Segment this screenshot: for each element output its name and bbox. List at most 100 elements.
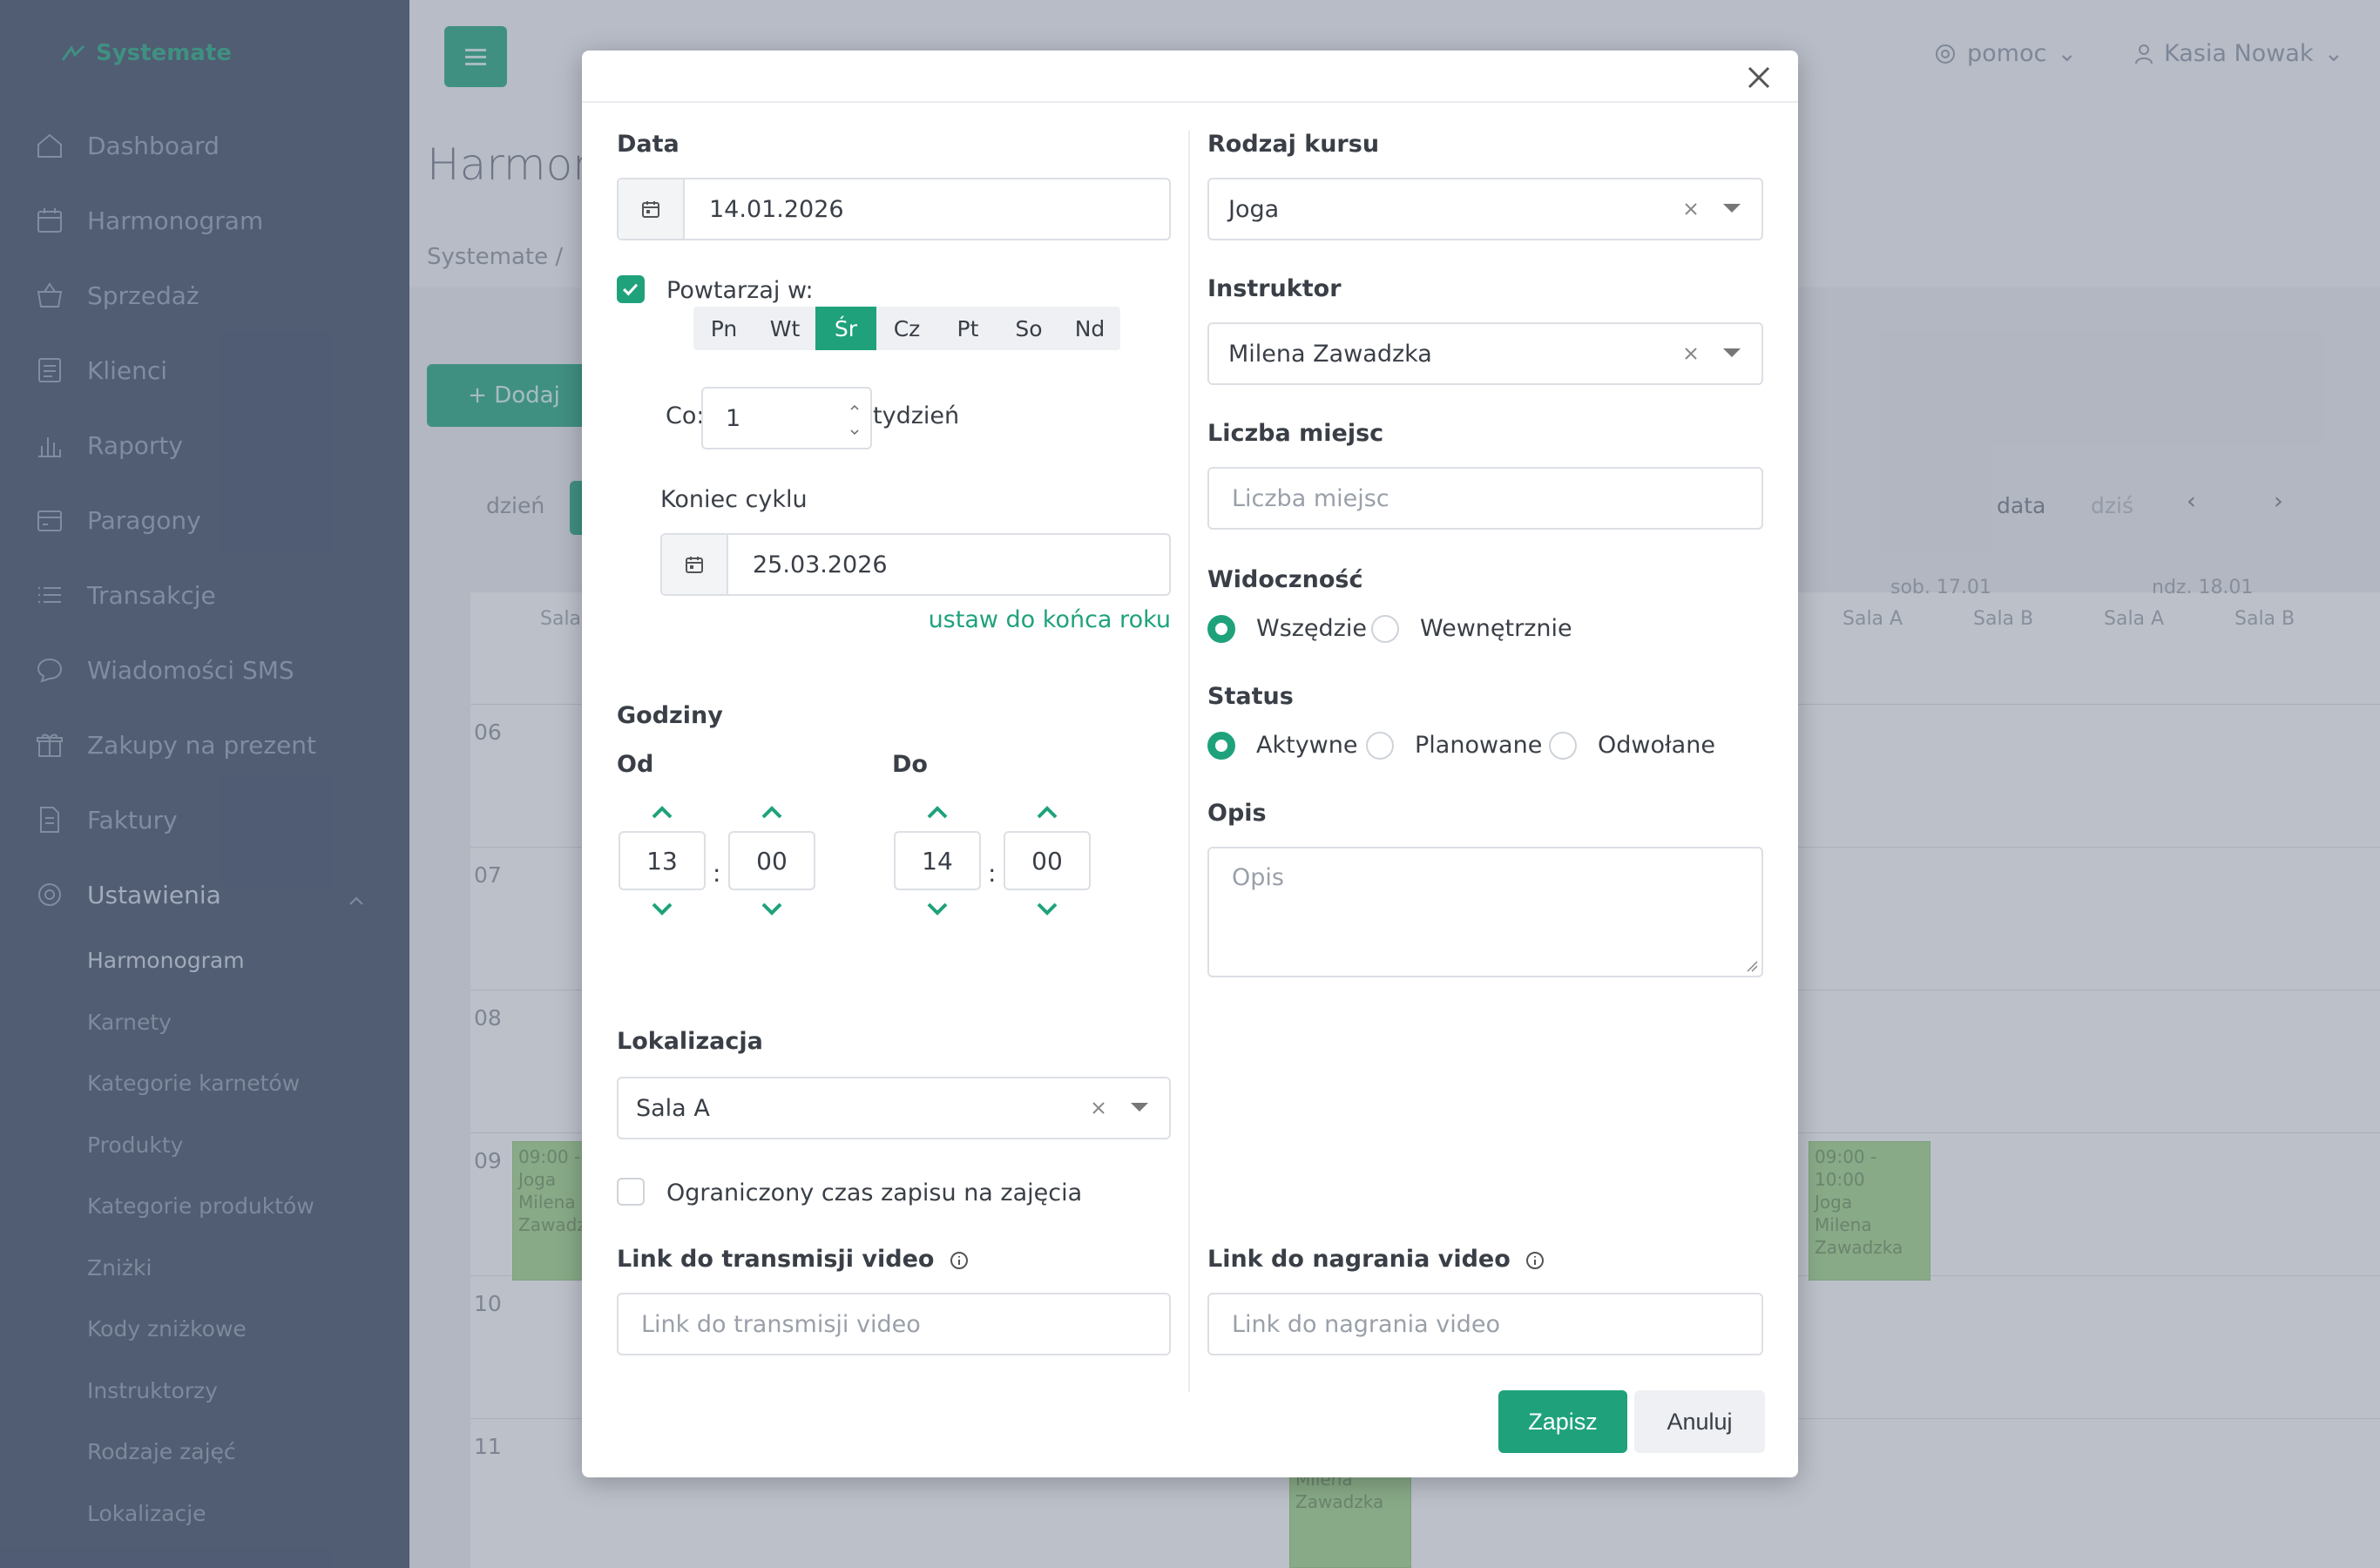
every-input[interactable]: 1 <box>701 387 872 449</box>
recording-link-placeholder: Link do nagrania video <box>1232 1310 1501 1338</box>
instructor-value: Milena Zawadzka <box>1228 340 1432 368</box>
time-separator: : <box>988 859 997 888</box>
calendar-icon <box>686 557 703 573</box>
cancel-button[interactable]: Anuluj <box>1634 1390 1765 1453</box>
weekday-selector: Pn Wt Śr Cz Pt So Nd <box>693 307 1120 350</box>
recording-link-label: Link do nagrania video <box>1207 1246 1545 1273</box>
location-value: Sala A <box>636 1094 710 1122</box>
day-cz[interactable]: Cz <box>876 307 937 350</box>
visibility-everywhere-radio[interactable] <box>1207 615 1235 643</box>
stream-link-label: Link do transmisji video <box>617 1246 969 1273</box>
repeat-checkbox[interactable] <box>617 275 645 303</box>
course-type-select[interactable]: Joga <box>1207 178 1763 240</box>
status-planned-radio[interactable] <box>1366 732 1394 760</box>
chevron-down-icon <box>1037 902 1058 916</box>
close-icon[interactable] <box>1741 59 1777 96</box>
visibility-everywhere-label: Wszędzie <box>1256 615 1367 642</box>
to-hour-spinner: 14 <box>894 800 981 922</box>
cycle-end-input[interactable]: 25.03.2026 <box>660 533 1171 596</box>
save-button[interactable]: Zapisz <box>1498 1390 1627 1453</box>
modal-header <box>582 51 1798 103</box>
day-pt[interactable]: Pt <box>937 307 998 350</box>
seats-label: Liczba miejsc <box>1207 420 1384 447</box>
date-value: 14.01.2026 <box>709 195 844 223</box>
day-nd[interactable]: Nd <box>1059 307 1120 350</box>
limited-time-checkbox[interactable] <box>617 1178 645 1206</box>
status-active-label: Aktywne <box>1256 732 1358 759</box>
description-placeholder: Opis <box>1232 864 1284 891</box>
caret-down-icon[interactable] <box>1723 204 1741 214</box>
status-label: Status <box>1207 683 1294 710</box>
day-sr[interactable]: Śr <box>815 307 876 350</box>
to-minute-value[interactable]: 00 <box>1004 831 1091 890</box>
from-hour-value[interactable]: 13 <box>619 831 706 890</box>
repeat-label: Powtarzaj w: <box>666 277 814 304</box>
decrement-button[interactable] <box>920 897 955 922</box>
to-hour-value[interactable]: 14 <box>894 831 981 890</box>
instructor-label: Instruktor <box>1207 275 1342 302</box>
set-year-end-link[interactable]: ustaw do końca roku <box>929 606 1171 633</box>
stream-link-label-text: Link do transmisji video <box>617 1246 935 1273</box>
chevron-up-icon <box>761 806 782 819</box>
from-minute-spinner: 00 <box>728 800 815 922</box>
number-spinner-icon[interactable] <box>848 399 862 441</box>
calendar-addon[interactable] <box>662 535 728 594</box>
increment-button[interactable] <box>920 800 955 824</box>
status-cancelled-radio[interactable] <box>1549 732 1577 760</box>
day-wt[interactable]: Wt <box>754 307 815 350</box>
caret-down-icon[interactable] <box>1131 1103 1148 1113</box>
from-minute-value[interactable]: 00 <box>728 831 815 890</box>
info-icon[interactable] <box>1525 1251 1545 1270</box>
checkmark-icon <box>623 283 639 296</box>
description-textarea[interactable]: Opis <box>1207 847 1763 977</box>
date-label: Data <box>617 131 680 158</box>
calendar-addon[interactable] <box>619 179 685 239</box>
decrement-button[interactable] <box>645 897 680 922</box>
location-label: Lokalizacja <box>617 1028 763 1055</box>
location-select[interactable]: Sala A <box>617 1077 1171 1139</box>
clear-icon[interactable] <box>1683 201 1699 217</box>
date-input[interactable]: 14.01.2026 <box>617 178 1171 240</box>
info-icon[interactable] <box>950 1251 969 1270</box>
every-label: Co: <box>666 402 705 429</box>
every-value: 1 <box>726 404 741 432</box>
chevron-up-icon <box>927 806 948 819</box>
day-pn[interactable]: Pn <box>693 307 754 350</box>
increment-button[interactable] <box>645 800 680 824</box>
recording-link-input[interactable]: Link do nagrania video <box>1207 1293 1763 1355</box>
status-cancelled-label: Odwołane <box>1598 732 1715 759</box>
cycle-end-label: Koniec cyklu <box>660 486 808 513</box>
description-label: Opis <box>1207 800 1267 827</box>
status-planned-label: Planowane <box>1415 732 1543 759</box>
stream-link-input[interactable]: Link do transmisji video <box>617 1293 1171 1355</box>
chevron-down-icon <box>652 902 673 916</box>
resize-handle-icon[interactable] <box>1746 960 1758 972</box>
clear-icon[interactable] <box>1091 1100 1106 1116</box>
instructor-select[interactable]: Milena Zawadzka <box>1207 322 1763 385</box>
seats-placeholder: Liczba miejsc <box>1232 484 1389 512</box>
decrement-button[interactable] <box>754 897 789 922</box>
day-so[interactable]: So <box>998 307 1059 350</box>
recording-link-label-text: Link do nagrania video <box>1207 1246 1511 1273</box>
chevron-down-icon <box>927 902 948 916</box>
schedule-modal: Data 14.01.2026 Powtarzaj w: Pn Wt Śr Cz… <box>582 51 1798 1477</box>
column-divider <box>1188 131 1190 1392</box>
decrement-button[interactable] <box>1030 897 1065 922</box>
visibility-internal-radio[interactable] <box>1371 615 1399 643</box>
to-minute-spinner: 00 <box>1004 800 1091 922</box>
stream-link-placeholder: Link do transmisji video <box>641 1310 921 1338</box>
status-active-radio[interactable] <box>1207 732 1235 760</box>
clear-icon[interactable] <box>1683 346 1699 362</box>
course-type-label: Rodzaj kursu <box>1207 131 1380 158</box>
to-label: Do <box>892 751 928 778</box>
limited-time-label: Ograniczony czas zapisu na zajęcia <box>666 1179 1083 1206</box>
increment-button[interactable] <box>1030 800 1065 824</box>
visibility-internal-label: Wewnętrznie <box>1420 615 1572 642</box>
visibility-label: Widoczność <box>1207 566 1363 593</box>
calendar-icon <box>642 201 659 218</box>
seats-input[interactable]: Liczba miejsc <box>1207 467 1763 530</box>
chevron-up-icon <box>1037 806 1058 819</box>
caret-down-icon[interactable] <box>1723 348 1741 359</box>
from-label: Od <box>617 751 654 778</box>
increment-button[interactable] <box>754 800 789 824</box>
